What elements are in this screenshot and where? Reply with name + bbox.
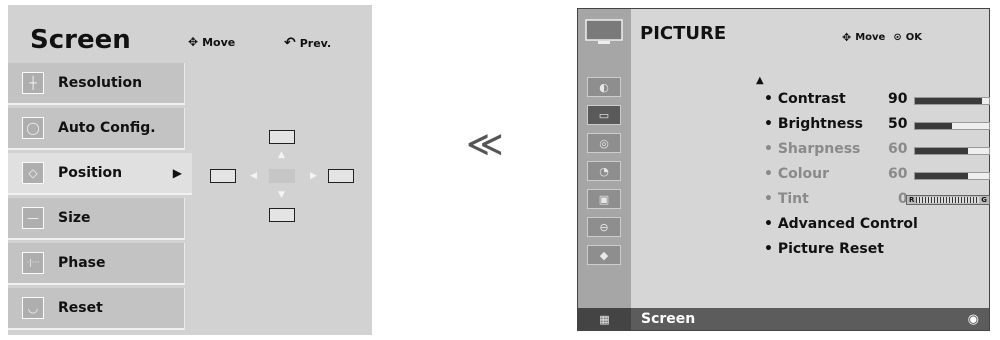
input-icon[interactable]: ⊖ <box>587 217 621 237</box>
audio-icon[interactable]: ◎ <box>587 133 621 153</box>
submenu-arrow-icon: ▶ <box>172 166 182 180</box>
separator-icon: ≪ <box>466 124 504 165</box>
screen-menu: Screen ✥ Move ↶ Prev. ┼ Resolution ◯ Aut… <box>8 5 372 335</box>
time-icon[interactable]: ◔ <box>587 161 621 181</box>
phase-icon: ·|··· <box>22 252 44 274</box>
picture-menu: ◐ ▭ ◎ ◔ ▣ ⊖ ◆ PICTURE ✥ Move ⊙ OK ▲ • Co… <box>577 8 990 331</box>
ok-button-icon: ⊙ <box>893 32 902 43</box>
menu-item-contrast[interactable]: • Contrast <box>764 91 846 107</box>
brightness-bar[interactable] <box>914 122 990 130</box>
arrow-down-icon: ▼ <box>278 190 285 200</box>
move-hint: ✥ Move <box>188 35 236 49</box>
setup-icon[interactable]: ◐ <box>587 77 621 97</box>
menu-item-reset[interactable]: ◡ Reset <box>8 288 185 330</box>
ok-indicator-icon: ◉ <box>967 311 979 327</box>
tint-scale <box>916 197 980 203</box>
position-up-box[interactable] <box>269 130 295 144</box>
contrast-value: 90 <box>888 91 908 107</box>
screen-clapper-icon: ▦ <box>578 308 631 330</box>
position-center-box <box>269 169 295 183</box>
menu-item-picture-reset[interactable]: • Picture Reset <box>764 241 884 257</box>
return-arrow-icon: ↶ <box>284 35 296 51</box>
screen-title: Screen <box>30 25 131 55</box>
arrow-right-icon: ▶ <box>310 171 317 181</box>
colour-value: 60 <box>888 166 908 182</box>
brightness-value: 50 <box>888 116 908 132</box>
menu-item-brightness[interactable]: • Brightness <box>764 116 863 132</box>
sharpness-value: 60 <box>888 141 908 157</box>
move-arrows-icon: ✥ <box>842 31 852 44</box>
screen-menu-list: ┼ Resolution ◯ Auto Config. ◇ Position ▶… <box>8 63 193 335</box>
size-icon: — <box>22 207 44 229</box>
menu-item-sharpness[interactable]: • Sharpness <box>764 141 860 157</box>
scroll-up-icon[interactable]: ▲ <box>756 75 764 86</box>
position-down-box[interactable] <box>269 208 295 222</box>
menu-item-size[interactable]: — Size <box>8 198 185 240</box>
tv-icon <box>585 19 623 44</box>
selected-item-bar[interactable]: ▦ Screen ◉ <box>578 308 989 330</box>
picture-icon[interactable]: ▭ <box>587 105 621 125</box>
menu-item-phase[interactable]: ·|··· Phase <box>8 243 185 285</box>
tint-bar[interactable]: R G <box>906 195 990 205</box>
picture-nav-hint: ✥ Move ⊙ OK <box>842 31 922 44</box>
position-icon: ◇ <box>22 162 44 184</box>
resolution-icon: ┼ <box>22 72 44 94</box>
auto-config-icon: ◯ <box>22 117 44 139</box>
sharpness-bar[interactable] <box>914 147 990 155</box>
colour-bar[interactable] <box>914 172 990 180</box>
option-icon[interactable]: ▣ <box>587 189 621 209</box>
contrast-bar[interactable] <box>914 97 990 105</box>
picture-title: PICTURE <box>640 23 727 44</box>
position-adjust-diagram: ▲ ▼ ◀ ▶ <box>192 63 372 335</box>
reset-icon: ◡ <box>22 297 44 319</box>
move-arrows-icon: ✥ <box>188 35 199 49</box>
menu-item-auto-config[interactable]: ◯ Auto Config. <box>8 108 185 150</box>
menu-item-tint[interactable]: • Tint <box>764 191 809 207</box>
screen-item-label: Screen <box>641 311 696 327</box>
menu-item-position[interactable]: ◇ Position ▶ <box>8 153 193 195</box>
category-sidebar: ◐ ▭ ◎ ◔ ▣ ⊖ ◆ <box>578 9 631 330</box>
arrow-up-icon: ▲ <box>278 150 285 160</box>
menu-item-advanced-control[interactable]: • Advanced Control <box>764 216 918 232</box>
prev-hint[interactable]: ↶ Prev. <box>284 35 331 51</box>
arrow-left-icon: ◀ <box>250 171 257 181</box>
position-right-box[interactable] <box>328 169 354 183</box>
usb-icon[interactable]: ◆ <box>587 245 621 265</box>
menu-item-colour[interactable]: • Colour <box>764 166 829 182</box>
menu-item-resolution[interactable]: ┼ Resolution <box>8 63 185 105</box>
position-left-box[interactable] <box>210 169 236 183</box>
